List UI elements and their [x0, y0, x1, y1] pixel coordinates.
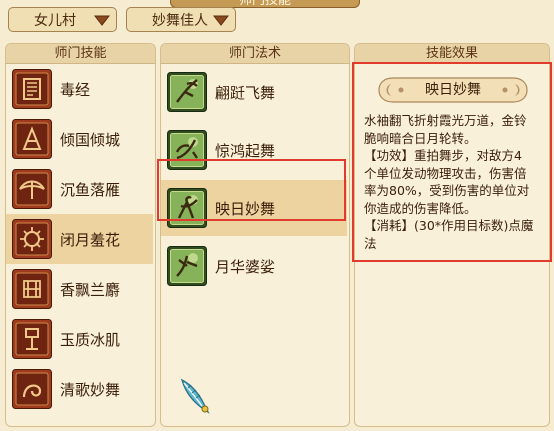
skill-item-label: 香飘兰麝	[60, 280, 121, 299]
dancer-moon-icon	[167, 246, 207, 286]
spell-description-line: 【功效】重拍舞步，对敌方4	[364, 148, 522, 163]
chevron-down-icon	[94, 15, 110, 26]
skill-item-label: 沉鱼落雁	[60, 180, 121, 199]
skill-item[interactable]: 清歌妙舞	[6, 364, 153, 414]
skill-item-label: 玉质冰肌	[60, 330, 121, 349]
bird-icon	[12, 169, 52, 209]
spell-description: 水袖翻飞折射霞光万道，金铃 脆响暗合日月轮转。【功效】重拍舞步，对敌方4 个单位发动…	[364, 112, 550, 252]
skill-item[interactable]: 毒经	[6, 64, 153, 114]
skill-item[interactable]: 沉鱼落雁	[6, 164, 153, 214]
spell-description-line: 法	[364, 235, 377, 251]
spell-description-line: 【消耗】(30*作用目标数)点魔	[364, 218, 534, 233]
kneeling-figure-icon	[12, 119, 52, 159]
sect-spells-panel: 师门法术 翩跹飞舞惊鸿起舞映日妙舞月华婆娑	[160, 43, 350, 427]
spell-description-line: 个单位发动物理攻击，伤害倍	[364, 165, 527, 181]
skill-window: 师门技能 女儿村 妙舞佳人 师门技能 毒经倾国倾城沉鱼落雁闭月羞花香飘兰麝玉质冰…	[0, 0, 554, 431]
skill-effect-header: 技能效果	[355, 44, 549, 64]
spell-description-line: 率为80%，受到伤害的单位对	[364, 183, 530, 198]
jade-figure-icon	[12, 319, 52, 359]
sect-dropdown-value: 女儿村	[34, 12, 76, 29]
spell-item[interactable]: 月华婆娑	[161, 238, 347, 294]
spell-item-label: 月华婆娑	[215, 257, 276, 276]
spell-description-line: 脆响暗合日月轮转。	[364, 130, 477, 146]
skill-effect-panel: 技能效果 映日妙舞 水袖翻飞折射霞光万道，金铃 脆响暗合日月轮转。【功效】重拍舞步…	[354, 43, 550, 427]
poison-scroll-icon	[12, 69, 52, 109]
skill-item[interactable]: 闭月羞花	[6, 214, 153, 264]
skill-item[interactable]: 倾国倾城	[6, 114, 153, 164]
skill-item-label: 清歌妙舞	[60, 380, 121, 399]
orchid-icon	[12, 269, 52, 309]
spell-item[interactable]: 惊鸿起舞	[161, 122, 347, 178]
sect-skills-panel: 师门技能 毒经倾国倾城沉鱼落雁闭月羞花香飘兰麝玉质冰肌清歌妙舞	[5, 43, 156, 427]
category-dropdown-value: 妙舞佳人	[152, 12, 208, 29]
dancer-sun-icon	[167, 188, 207, 228]
skill-item[interactable]: 香飘兰麝	[6, 264, 153, 314]
sect-spells-header: 师门法术	[161, 44, 349, 64]
spell-item-label: 惊鸿起舞	[215, 141, 276, 160]
sect-skills-header: 师门技能	[6, 44, 155, 64]
spell-item[interactable]: 映日妙舞	[161, 180, 347, 236]
dancer-flying-icon	[167, 72, 207, 112]
dancer-leaping-icon	[167, 130, 207, 170]
spell-name: 映日妙舞	[425, 82, 481, 98]
skill-item-label: 毒经	[60, 80, 91, 99]
skill-item-label: 倾国倾城	[60, 130, 121, 149]
flower-icon	[12, 219, 52, 259]
sect-dropdown[interactable]: 女儿村	[8, 7, 117, 32]
spell-item[interactable]: 翩跹飞舞	[161, 64, 347, 120]
skill-item[interactable]: 玉质冰肌	[6, 314, 153, 364]
spell-item-label: 映日妙舞	[215, 199, 276, 218]
skill-item-label: 闭月羞花	[60, 230, 121, 249]
spell-description-line: 你造成的伤害降低。	[364, 200, 477, 216]
feather-cursor-icon	[178, 378, 212, 414]
chevron-down-icon	[213, 15, 229, 26]
spell-description-line: 水袖翻飞折射霞光万道，金铃	[364, 113, 527, 128]
category-dropdown[interactable]: 妙舞佳人	[126, 7, 236, 32]
spell-name-banner: 映日妙舞	[377, 74, 529, 106]
spell-item-label: 翩跹飞舞	[215, 83, 276, 102]
dance-ribbon-icon	[12, 369, 52, 409]
